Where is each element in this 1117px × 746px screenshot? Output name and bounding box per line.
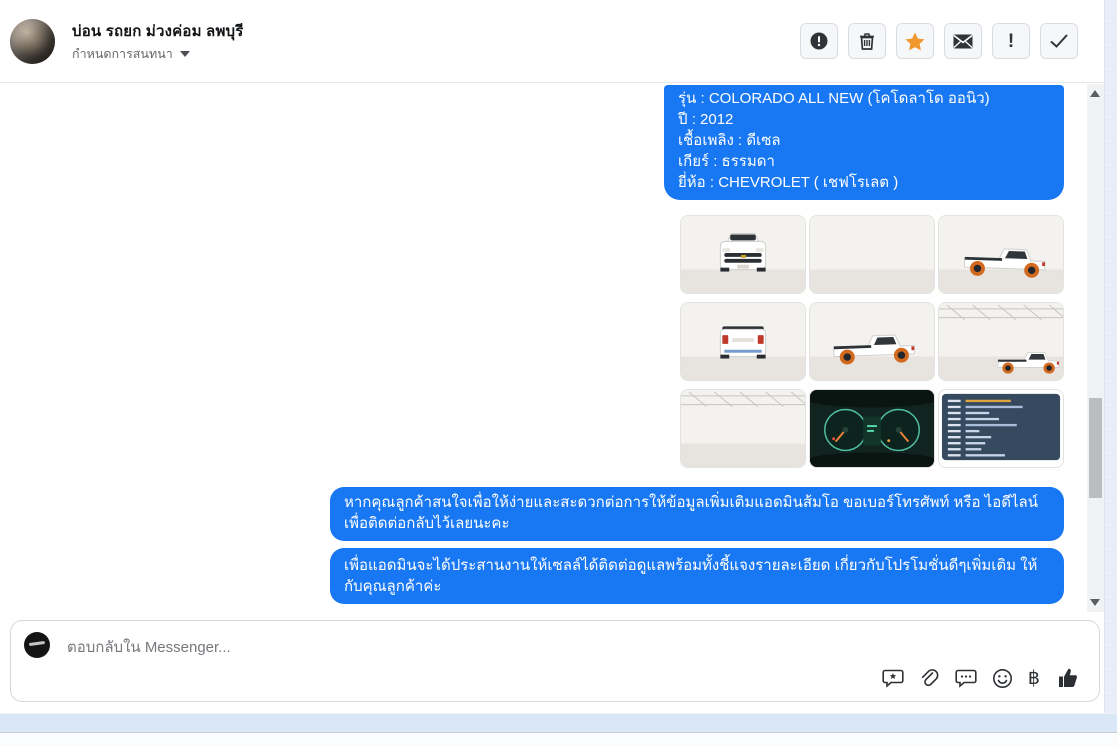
- payment-baht-icon[interactable]: ฿: [1028, 667, 1040, 689]
- chat-scrollbar[interactable]: [1087, 84, 1104, 612]
- envelope-icon: [953, 34, 973, 49]
- conversation-actions: !: [800, 23, 1078, 59]
- flag-follow-up-button[interactable]: [896, 23, 934, 59]
- photo-thumbnail-white-pickup-front-quarter-view[interactable]: [809, 215, 935, 294]
- check-icon: [1049, 33, 1069, 49]
- report-spam-button[interactable]: [800, 23, 838, 59]
- schedule-conversation-dropdown[interactable]: กำหนดการสนทนา: [72, 44, 190, 64]
- photo-thumbnail-white-pickup-rear-view[interactable]: [680, 302, 806, 381]
- conversation-title: บ่อน รถยก ม่วงค่อม ลพบุรี: [72, 23, 244, 40]
- background-page-strip: [1104, 0, 1117, 713]
- paperclip-icon[interactable]: [919, 668, 940, 689]
- mark-important-button[interactable]: !: [992, 23, 1030, 59]
- chevron-down-icon: [179, 51, 190, 57]
- composer-toolbar: ฿: [882, 665, 1081, 691]
- like-thumb-icon[interactable]: [1055, 665, 1081, 691]
- trash-icon: [858, 32, 876, 51]
- schedule-label: กำหนดการสนทนา: [72, 47, 173, 61]
- mark-done-button[interactable]: [1040, 23, 1078, 59]
- background-page-banner: [0, 713, 1117, 733]
- exclamation-circle-icon: [809, 31, 829, 51]
- photo-thumbnail-white-pickup-rear-quarter-right-view[interactable]: [938, 215, 1064, 294]
- star-icon: [904, 31, 926, 52]
- photo-thumbnail-vehicle-spec-sheet[interactable]: [938, 389, 1064, 468]
- saved-replies-icon[interactable]: [882, 668, 904, 689]
- photo-thumbnail-white-pickup-front-view[interactable]: [680, 215, 806, 294]
- scroll-down-arrow-icon[interactable]: [1090, 599, 1100, 606]
- delete-button[interactable]: [848, 23, 886, 59]
- scrollbar-thumb[interactable]: [1089, 398, 1102, 498]
- mark-unread-button[interactable]: [944, 23, 982, 59]
- photo-thumbnail-white-pickup-rear-quarter-left-view[interactable]: [809, 302, 935, 381]
- conversation-header: บ่อน รถยก ม่วงค่อม ลพบุรี กำหนดการสนทนา: [0, 0, 1104, 83]
- messenger-inbox-window: บ่อน รถยก ม่วงค่อม ลพบุรี กำหนดการสนทนา: [0, 0, 1117, 746]
- reply-composer[interactable]: ตอบกลับใน Messenger... ฿: [10, 620, 1100, 702]
- exclamation-icon: !: [1007, 30, 1015, 52]
- photo-grid: [680, 215, 1064, 468]
- photo-thumbnail-instrument-cluster-photo[interactable]: [809, 389, 935, 468]
- own-page-avatar: [24, 632, 50, 658]
- reply-input[interactable]: ตอบกลับใน Messenger...: [67, 635, 767, 659]
- message-bubble-car-details: รุ่น : COLORADO ALL NEW (โคโดลาโด ออนิว)…: [664, 85, 1064, 200]
- scroll-up-arrow-icon[interactable]: [1090, 90, 1100, 97]
- photo-thumbnail-white-pickup-side-view-left[interactable]: [680, 389, 806, 468]
- emoji-icon[interactable]: [992, 668, 1013, 689]
- photo-thumbnail-white-pickup-side-view-warehouse[interactable]: [938, 302, 1064, 381]
- sticker-comment-icon[interactable]: [955, 668, 977, 689]
- page-avatar[interactable]: [10, 19, 55, 64]
- message-bubble-admin-followup: เพื่อแอดมินจะได้ประสานงานให้เซลล์ได้ติดต…: [330, 548, 1064, 604]
- message-bubble-contact-request: หากคุณลูกค้าสนใจเพื่อให้ง่ายและสะดวกต่อก…: [330, 487, 1064, 541]
- background-page-bottom: [0, 734, 1117, 746]
